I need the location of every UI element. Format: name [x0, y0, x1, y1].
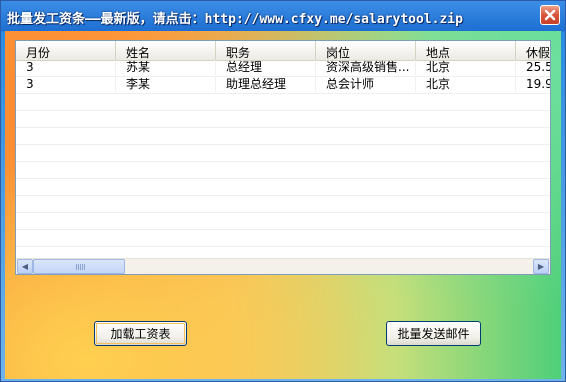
empty-row — [16, 162, 550, 179]
column-header-title[interactable]: 职务 — [216, 41, 316, 60]
empty-row — [16, 213, 550, 230]
empty-row — [16, 128, 550, 145]
cell-location: 北京 — [416, 77, 516, 92]
list-body: 3 苏某 总经理 资深高级销售... 北京 25.5 3 李某 助理总经理 总会… — [16, 60, 550, 264]
cell-month: 3 — [16, 77, 116, 92]
arrow-left-icon: ◀ — [21, 262, 29, 271]
cell-title: 总经理 — [216, 60, 316, 75]
title-bar[interactable]: 批量发工资条——最新版，请点击：http://www.cfxy.me/salar… — [1, 1, 565, 31]
list-header: 月份 姓名 职务 岗位 地点 休假 — [16, 41, 550, 61]
close-icon — [544, 9, 556, 21]
empty-row — [16, 94, 550, 111]
scroll-right-button[interactable]: ▶ — [533, 259, 549, 274]
column-header-month[interactable]: 月份 — [16, 41, 116, 60]
client-area: 月份 姓名 职务 岗位 地点 休假 3 苏某 总经理 资深高级销售... 北京 … — [5, 31, 561, 379]
window-title: 批量发工资条——最新版，请点击：http://www.cfxy.me/salar… — [7, 12, 463, 27]
cell-name: 李某 — [116, 77, 216, 92]
salary-list[interactable]: 月份 姓名 职务 岗位 地点 休假 3 苏某 总经理 资深高级销售... 北京 … — [15, 40, 551, 275]
scroll-thumb[interactable] — [33, 259, 125, 274]
column-header-position[interactable]: 岗位 — [316, 41, 416, 60]
cell-month: 3 — [16, 60, 116, 75]
column-header-name[interactable]: 姓名 — [116, 41, 216, 60]
app-window: 批量发工资条——最新版，请点击：http://www.cfxy.me/salar… — [0, 0, 566, 382]
empty-row — [16, 179, 550, 196]
grip-icon — [76, 264, 86, 270]
send-emails-button[interactable]: 批量发送邮件 — [386, 321, 481, 346]
table-row[interactable]: 3 李某 助理总经理 总会计师 北京 19.9 — [16, 77, 550, 94]
cell-name: 苏某 — [116, 60, 216, 75]
column-header-location[interactable]: 地点 — [416, 41, 516, 60]
column-header-leave[interactable]: 休假 — [516, 41, 550, 60]
close-button[interactable] — [540, 5, 560, 25]
cell-leave: 19.9 — [516, 77, 550, 92]
arrow-right-icon: ▶ — [537, 262, 545, 271]
cell-leave: 25.5 — [516, 60, 550, 75]
empty-row — [16, 111, 550, 128]
empty-row — [16, 196, 550, 213]
cell-position: 总会计师 — [316, 77, 416, 92]
horizontal-scrollbar[interactable]: ◀ ▶ — [16, 258, 550, 274]
cell-position: 资深高级销售... — [316, 60, 416, 75]
table-row[interactable]: 3 苏某 总经理 资深高级销售... 北京 25.5 — [16, 60, 550, 77]
cell-location: 北京 — [416, 60, 516, 75]
load-salary-button[interactable]: 加载工资表 — [94, 321, 187, 346]
empty-row — [16, 145, 550, 162]
empty-row — [16, 230, 550, 247]
cell-title: 助理总经理 — [216, 77, 316, 92]
scroll-left-button[interactable]: ◀ — [17, 259, 33, 274]
